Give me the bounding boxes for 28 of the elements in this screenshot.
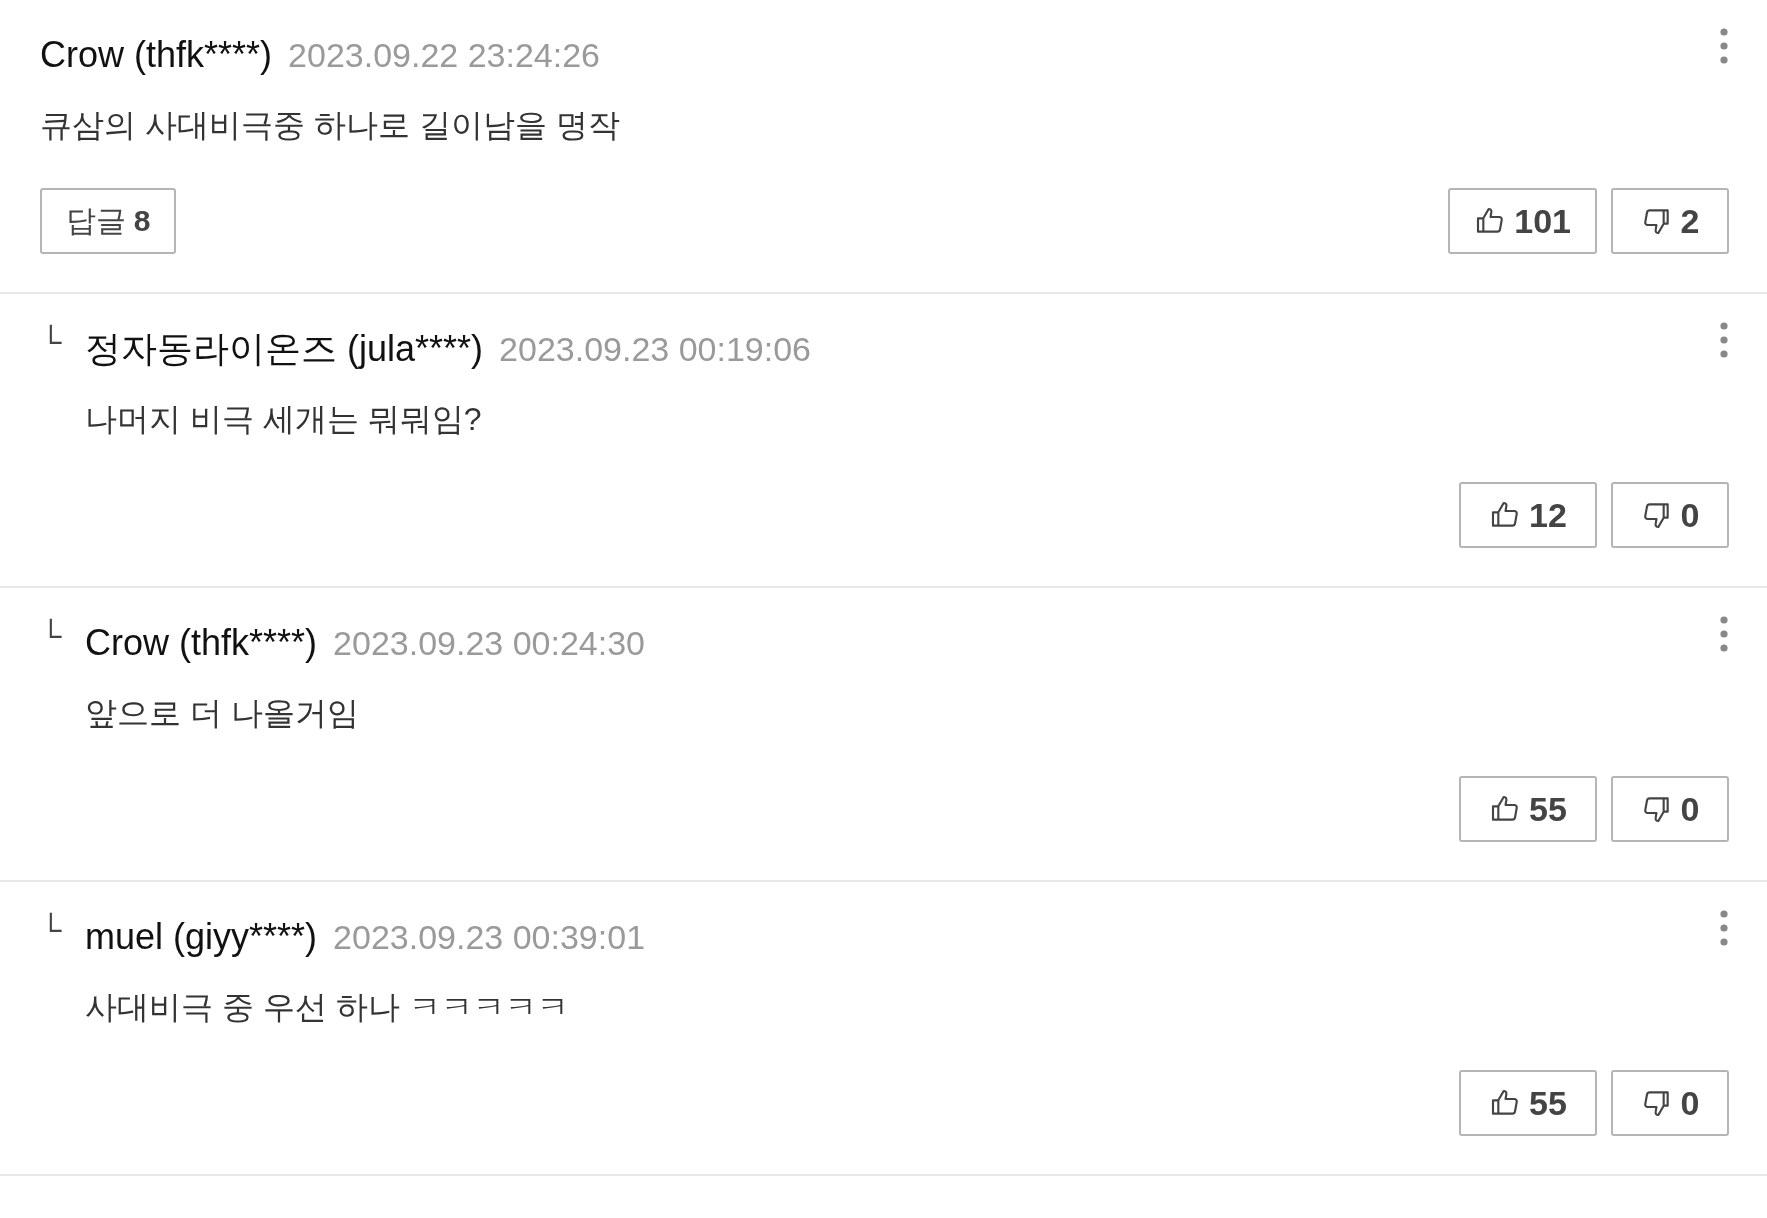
author-name: Crow (thfk****) <box>85 622 318 664</box>
comment-text: 큐삼의 사대비극중 하나로 길이남을 명작 <box>40 106 621 145</box>
reply-mark: └ <box>40 913 63 947</box>
like-button[interactable]: 12 <box>1459 482 1597 548</box>
more-options-icon[interactable] <box>1719 616 1729 652</box>
replies-button[interactable]: 답글 8 <box>40 188 176 254</box>
author-name: Crow (thfk****) <box>40 34 273 76</box>
dislike-button[interactable]: 2 <box>1611 188 1729 254</box>
reply-mark: └ <box>40 325 63 359</box>
comment-text: 나머지 비극 세개는 뭐뭐임? <box>84 400 483 439</box>
comment-text: 사대비극 중 우선 하나 ㅋㅋㅋㅋㅋ <box>84 988 570 1027</box>
like-button[interactable]: 55 <box>1459 776 1597 842</box>
comment-text: 앞으로 더 나올거임 <box>84 694 360 733</box>
reply-mark: └ <box>40 619 63 653</box>
dislike-button[interactable]: 0 <box>1611 1070 1729 1136</box>
more-options-icon[interactable] <box>1719 28 1729 64</box>
comment-date: 2023.09.23 00:24:30 <box>333 623 646 663</box>
comment-date: 2023.09.23 00:19:06 <box>499 329 812 369</box>
more-options-icon[interactable] <box>1719 322 1729 358</box>
author-name: muel (giyy****) <box>85 916 318 958</box>
comment-date: 2023.09.23 00:39:01 <box>333 917 646 957</box>
like-button[interactable]: 55 <box>1459 1070 1597 1136</box>
dislike-button[interactable]: 0 <box>1611 776 1729 842</box>
author-name: 정자동라이온즈 (jula****) <box>85 326 484 371</box>
comment-date: 2023.09.22 23:24:26 <box>288 35 601 75</box>
more-options-icon[interactable] <box>1719 910 1729 946</box>
like-button[interactable]: 101 <box>1448 188 1597 254</box>
dislike-button[interactable]: 0 <box>1611 482 1729 548</box>
